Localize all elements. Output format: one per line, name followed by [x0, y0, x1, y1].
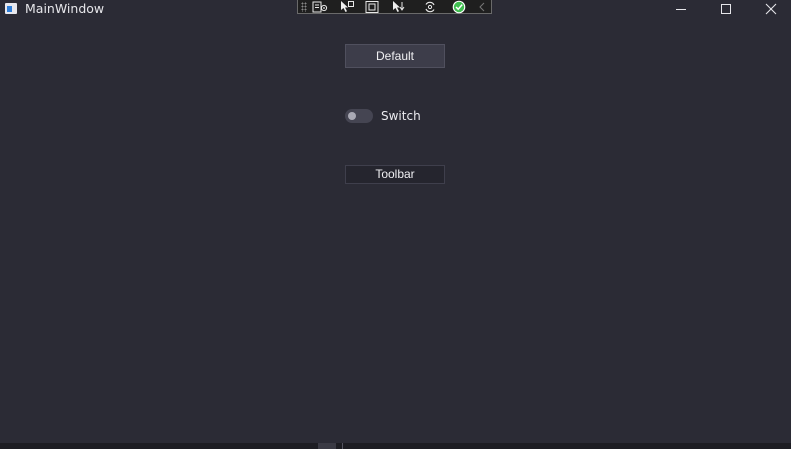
- select-widget-button[interactable]: [310, 0, 330, 13]
- minimize-icon: [676, 9, 686, 10]
- check-icon: [452, 0, 466, 13]
- app-window-icon: [5, 3, 17, 14]
- toolbar-button[interactable]: Toolbar: [345, 165, 445, 184]
- frame-button[interactable]: [362, 0, 382, 13]
- main-window: MainWindow Default Switch Toolbar: [0, 0, 791, 449]
- close-icon: [765, 3, 777, 15]
- default-button[interactable]: Default: [345, 44, 445, 68]
- frame-icon: [365, 0, 379, 13]
- close-button[interactable]: [749, 0, 791, 18]
- pointer-icon: [341, 0, 354, 12]
- move-pointer-icon: [393, 0, 405, 12]
- minimize-button[interactable]: [659, 0, 703, 18]
- collapse-icon: [479, 2, 485, 11]
- scrollbar-handle[interactable]: [318, 443, 336, 449]
- switch-knob: [348, 112, 356, 120]
- refresh-icon: [425, 1, 435, 12]
- check-button[interactable]: [449, 0, 469, 13]
- switch-label: Switch: [381, 109, 421, 123]
- pointer-button[interactable]: [337, 0, 357, 13]
- bottom-divider: [342, 443, 343, 449]
- select-widget-icon: [312, 1, 328, 12]
- switch-track[interactable]: [345, 109, 373, 123]
- maximize-icon: [721, 4, 731, 14]
- refresh-button[interactable]: [420, 0, 440, 13]
- move-pointer-button[interactable]: [389, 0, 409, 13]
- window-title: MainWindow: [25, 1, 105, 16]
- switch-toggle[interactable]: Switch: [345, 108, 421, 124]
- drag-grip-icon[interactable]: [301, 2, 307, 12]
- bottom-bar: [0, 443, 791, 449]
- debug-toolbar: [297, 0, 492, 14]
- maximize-button[interactable]: [704, 0, 748, 18]
- collapse-button[interactable]: [475, 0, 489, 13]
